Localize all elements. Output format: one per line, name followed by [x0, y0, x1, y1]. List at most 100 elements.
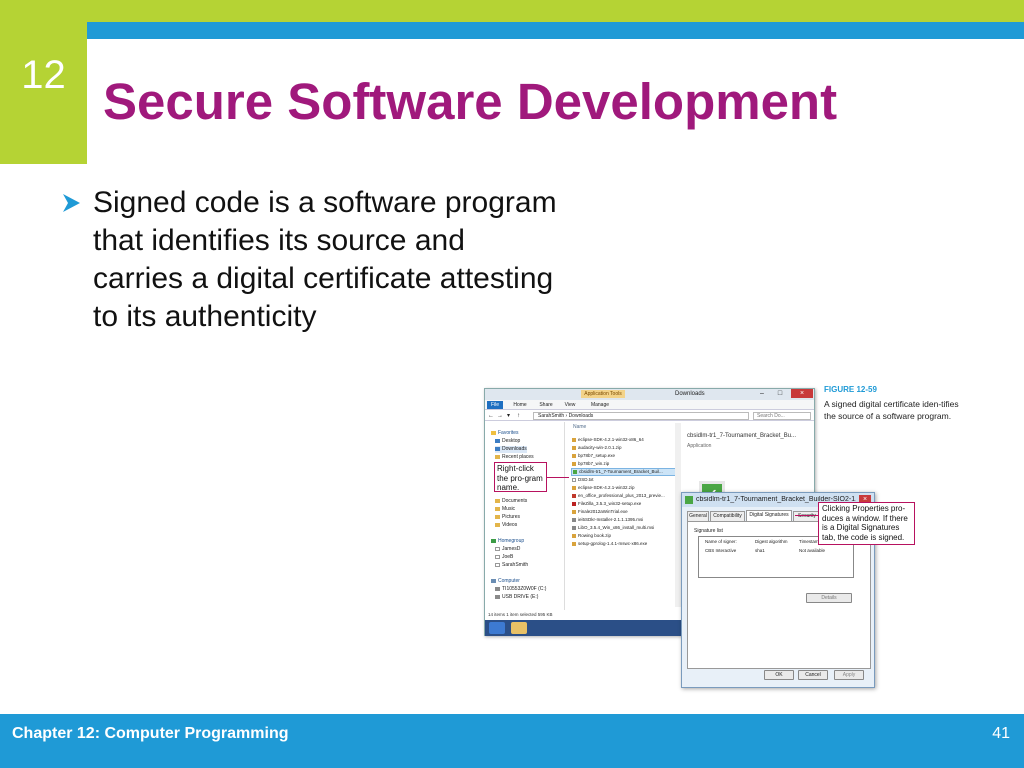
- chapter-number: 12: [21, 53, 66, 97]
- ie-icon[interactable]: [489, 622, 505, 634]
- nav-label: Computer: [498, 578, 520, 584]
- nav-user-jamesd[interactable]: JamesD: [495, 546, 520, 553]
- file-icon: [572, 445, 576, 450]
- nav-label: Desktop: [502, 438, 521, 444]
- folder-icon: [495, 498, 500, 503]
- ribbon-tab-file[interactable]: File: [487, 401, 503, 409]
- maximize-icon[interactable]: □: [773, 389, 787, 398]
- nav-videos[interactable]: Videos: [495, 522, 517, 529]
- music-icon: [495, 506, 500, 511]
- footer-bar: Chapter 12: Computer Programming 41: [0, 714, 1024, 768]
- application-icon: [685, 496, 693, 504]
- nav-drive-e[interactable]: USB DRIVE (E:): [495, 594, 538, 601]
- file-item[interactable]: LibO_3.5.4_Win_x86_install_multi.msi: [571, 525, 679, 531]
- nav-user-sarahsmith[interactable]: SarahSmith: [495, 562, 528, 569]
- nav-label: Favorites: [498, 430, 519, 436]
- nav-user-joeb[interactable]: JoeB: [495, 554, 513, 561]
- forward-arrow-icon[interactable]: →: [497, 412, 503, 420]
- file-name: Rowing book.zip: [578, 533, 612, 538]
- footer-chapter: Chapter 12: Computer Programming: [12, 725, 289, 742]
- tab-compatibility[interactable]: Compatibility: [710, 511, 745, 521]
- nav-music[interactable]: Music: [495, 506, 515, 513]
- arrow-bullet-icon: [63, 194, 80, 212]
- digest-algorithm[interactable]: sha1: [755, 548, 765, 554]
- cancel-button[interactable]: Cancel: [798, 670, 828, 680]
- search-input[interactable]: Search Do...: [753, 412, 811, 420]
- apply-button[interactable]: Apply: [834, 670, 864, 680]
- back-arrow-icon[interactable]: ←: [488, 412, 494, 420]
- file-item[interactable]: Rowing book.zip: [571, 533, 679, 539]
- nav-label: Documents: [502, 498, 528, 504]
- file-name: FileZilla_3.5.3_win32-setup.exe: [578, 501, 642, 506]
- drive-icon: [495, 586, 500, 591]
- ok-button[interactable]: OK: [764, 670, 794, 680]
- signer-name[interactable]: CBS Interactive: [705, 548, 736, 554]
- ribbon-tab-share[interactable]: Share: [537, 401, 555, 409]
- nav-label: Videos: [502, 522, 518, 528]
- page-number: 41: [992, 725, 1010, 742]
- details-button[interactable]: Details: [806, 593, 852, 603]
- column-header[interactable]: Name of signer:: [705, 539, 737, 545]
- file-icon: [572, 541, 576, 546]
- file-icon: [572, 461, 576, 466]
- chapter-number-box: 12: [0, 0, 87, 164]
- file-item[interactable]: iei5SDkr-Installer-2.1.1.1395.msi: [571, 517, 679, 523]
- file-item[interactable]: bp78b7_setup.exe: [571, 453, 679, 459]
- signature-list-label: Signature list: [694, 528, 723, 534]
- file-item[interactable]: en_office_professional_plus_2013_previe.…: [571, 493, 679, 499]
- nav-documents[interactable]: Documents: [495, 498, 527, 505]
- nav-recent-places[interactable]: Recent places: [495, 454, 534, 461]
- preview-file-name: cbsidlm-tr1_7-Tournament_Bracket_Bu...: [687, 433, 797, 439]
- ribbon-tab-view[interactable]: View: [561, 401, 579, 409]
- ribbon-tab-home[interactable]: Home: [511, 401, 529, 409]
- explorer-title-bar: Application Tools Downloads – □ ×: [485, 389, 814, 400]
- file-icon: [572, 453, 576, 458]
- file-item[interactable]: Finale2012aWinTrial.exe: [571, 509, 679, 515]
- column-header[interactable]: Digest algorithm: [755, 539, 788, 545]
- ribbon-tab-manage[interactable]: Manage: [589, 401, 611, 409]
- timestamp[interactable]: Not available: [799, 548, 825, 554]
- tab-security[interactable]: Security: [793, 511, 821, 521]
- nav-downloads[interactable]: Downloads: [495, 446, 527, 453]
- tab-general[interactable]: General: [687, 511, 709, 521]
- downloads-icon: [495, 446, 500, 451]
- address-bar-row: ← → ▾ ↑ SarahSmith › Downloads Search Do…: [485, 411, 814, 421]
- file-item[interactable]: audacity-win-2.0.1.zip: [571, 445, 679, 451]
- up-arrow-icon[interactable]: ↑: [517, 412, 520, 420]
- figure-label: FIGURE 12-59: [824, 385, 877, 394]
- application-tools-tab[interactable]: Application Tools: [581, 390, 625, 398]
- file-item[interactable]: setup-gprolog-1.4.1-mswc-x86.exe: [571, 541, 679, 547]
- nav-label: Pictures: [502, 514, 521, 520]
- slide: 12 Secure Software Development Signed co…: [0, 0, 1024, 768]
- nav-pictures[interactable]: Pictures: [495, 514, 520, 521]
- file-item[interactable]: eclipse-SDK-4.2.1-win32.zip: [571, 485, 679, 491]
- file-name: Finale2012aWinTrial.exe: [578, 509, 628, 514]
- figure-caption: A signed digital certificate iden-tifies…: [824, 399, 959, 421]
- nav-label: TI10553Z0W0F (C:): [502, 586, 547, 592]
- file-item[interactable]: FileZilla_3.5.3_win32-setup.exe: [571, 501, 679, 507]
- file-item[interactable]: bp78b7_win.zip: [571, 461, 679, 467]
- address-path[interactable]: SarahSmith › Downloads: [533, 412, 749, 420]
- navigation-pane: Favorites Desktop Downloads Recent place…: [485, 422, 565, 610]
- slide-title: Secure Software Development: [103, 73, 838, 130]
- nav-homegroup[interactable]: Homegroup: [491, 538, 524, 545]
- explorer-window-title: Downloads: [675, 391, 705, 397]
- nav-label: Music: [502, 506, 516, 512]
- file-name: cbsidlm-tr1_7-Tournament_Bracket_Buil...: [579, 469, 663, 474]
- file-explorer-icon[interactable]: [511, 622, 527, 634]
- file-item[interactable]: DSD.txt: [571, 477, 679, 483]
- star-icon: [491, 430, 496, 435]
- nav-drive-c[interactable]: TI10553Z0W0F (C:): [495, 586, 546, 593]
- close-icon[interactable]: ×: [791, 389, 813, 398]
- homegroup-icon: [491, 538, 496, 543]
- file-item[interactable]: eclipse-SDK-4.2.1-win32-x86_64: [571, 437, 679, 443]
- file-name: DSD.txt: [578, 477, 594, 482]
- nav-favorites[interactable]: Favorites: [491, 430, 519, 437]
- tab-digital-signatures[interactable]: Digital Signatures: [746, 510, 792, 521]
- nav-computer[interactable]: Computer: [491, 578, 520, 585]
- recent-chevron-icon[interactable]: ▾: [507, 412, 510, 420]
- file-item-selected[interactable]: cbsidlm-tr1_7-Tournament_Bracket_Buil...: [571, 468, 679, 476]
- minimize-icon[interactable]: –: [755, 389, 769, 398]
- nav-desktop[interactable]: Desktop: [495, 438, 520, 445]
- installer-icon: [572, 525, 576, 530]
